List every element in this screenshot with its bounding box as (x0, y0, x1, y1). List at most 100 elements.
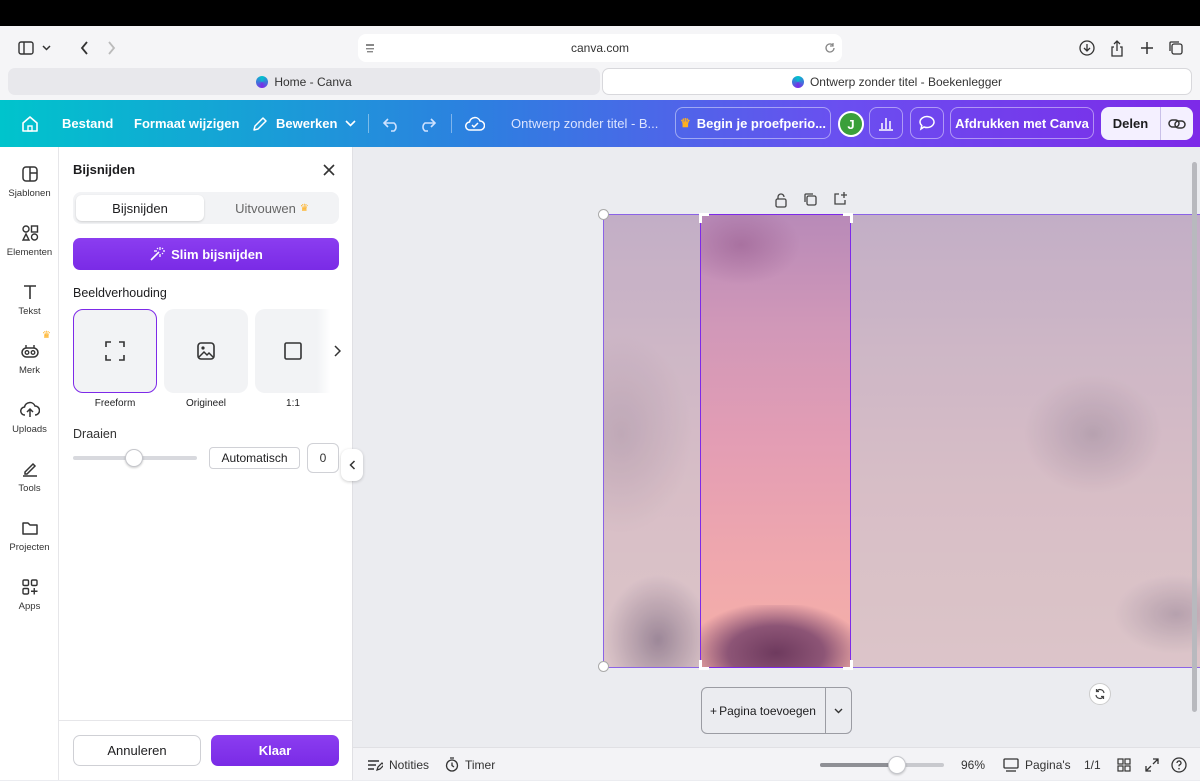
crown-icon: ♛ (679, 116, 691, 130)
editor-toolbar: Bestand Formaat wijzigen Bewerken Ontwer… (0, 100, 1200, 147)
refresh-button[interactable] (1089, 683, 1111, 705)
rail-item-tools[interactable]: Tools (0, 448, 59, 506)
timer-label: Timer (465, 757, 496, 772)
download-button[interactable] (1076, 36, 1098, 60)
scroll-ratios-button[interactable] (317, 309, 347, 393)
insights-button[interactable] (869, 107, 903, 139)
share-canva-button[interactable]: Delen (1101, 107, 1160, 140)
tab-home[interactable]: Home - Canva (8, 68, 600, 95)
rotate-slider[interactable] (73, 449, 197, 467)
add-page-options-button[interactable] (826, 688, 851, 733)
trial-label: Begin je proefperio... (696, 115, 827, 131)
comments-button[interactable] (910, 107, 944, 139)
crop-panel: Bijsnijden Bijsnijden Uitvouwen ♛ Slim b… (59, 147, 353, 780)
image-handle-top-left[interactable] (598, 209, 609, 220)
nav-buttons (70, 36, 126, 60)
rail-item-projecten[interactable]: Projecten (0, 507, 59, 565)
redo-icon (422, 117, 437, 132)
freeform-icon (105, 341, 125, 361)
square-icon (284, 342, 302, 360)
home-icon (22, 115, 38, 132)
menu-formaat-wijzigen[interactable]: Formaat wijzigen (134, 100, 239, 147)
link-icon (1168, 118, 1186, 129)
crop-handle-bottom-left[interactable] (699, 660, 709, 670)
cloud-save-status[interactable] (465, 100, 485, 147)
image-handle-bottom-left[interactable] (598, 661, 609, 672)
collapse-panel-button[interactable] (341, 449, 363, 481)
page-settings-icon[interactable] (364, 42, 376, 54)
grid-view-button[interactable] (1117, 748, 1131, 781)
rail-item-tekst[interactable]: Tekst (0, 271, 59, 329)
crop-handle-bottom-right[interactable] (843, 660, 853, 670)
back-icon[interactable] (80, 41, 89, 55)
document-title[interactable]: Ontwerp zonder titel - B... (511, 100, 658, 147)
smart-crop-button[interactable]: Slim bijsnijden (73, 238, 339, 270)
lock-button[interactable] (774, 192, 790, 208)
help-button[interactable] (1171, 748, 1187, 781)
vertical-scrollbar[interactable] (1192, 162, 1197, 712)
done-button[interactable]: Klaar (211, 735, 339, 766)
print-button[interactable]: Afdrukken met Canva (950, 107, 1094, 139)
trial-button[interactable]: ♛ Begin je proefperio... (675, 107, 831, 139)
pages-button[interactable]: Pagina's (1003, 748, 1071, 781)
new-tab-button[interactable] (1136, 36, 1158, 60)
rail-item-uploads[interactable]: Uploads (0, 389, 59, 447)
add-button[interactable] (833, 191, 849, 207)
rail-item-sjablonen[interactable]: Sjablonen (0, 153, 59, 211)
share-group: Delen (1101, 107, 1193, 140)
crop-frame[interactable] (700, 214, 851, 668)
crop-handle-top-left[interactable] (699, 213, 709, 223)
rail-item-elementen[interactable]: Elementen (0, 212, 59, 270)
tab-uitvouwen[interactable]: Uitvouwen ♛ (208, 195, 336, 221)
share-button[interactable] (1106, 36, 1128, 60)
zoom-slider-handle[interactable] (888, 756, 906, 774)
home-button[interactable] (16, 100, 44, 147)
forward-icon[interactable] (107, 41, 116, 55)
tab-ontwerp[interactable]: Ontwerp zonder titel - Boekenlegger (602, 68, 1192, 95)
ratio-origineel[interactable] (164, 309, 248, 393)
browser-chrome: canva.com Home - Canva Ontwerp zonder ti… (0, 26, 1200, 100)
chevron-right-icon (334, 345, 341, 357)
add-page-label: Pagina toevoegen (719, 703, 816, 718)
undo-button[interactable] (382, 100, 402, 147)
help-icon (1171, 756, 1187, 773)
auto-rotate-button[interactable]: Automatisch (209, 447, 300, 469)
reload-icon[interactable] (824, 42, 836, 54)
canva-favicon-icon (791, 75, 804, 88)
rotate-heading: Draaien (73, 427, 117, 441)
copy-link-button[interactable] (1161, 107, 1193, 140)
cancel-button[interactable]: Annuleren (73, 735, 201, 766)
close-panel-button[interactable] (321, 162, 337, 178)
expand-icon (1145, 757, 1159, 772)
menu-bewerken-label: Bewerken (276, 116, 338, 131)
rotate-value-input[interactable]: 0 (307, 443, 339, 473)
duplicate-button[interactable] (803, 192, 819, 208)
ratio-freeform[interactable] (73, 309, 157, 393)
refresh-icon (1095, 688, 1105, 700)
address-bar[interactable]: canva.com (358, 34, 842, 62)
redo-button[interactable] (417, 100, 437, 147)
crop-handle-top-right[interactable] (843, 213, 853, 223)
rail-item-merk[interactable]: ♛ Merk (0, 330, 59, 388)
tab-bijsnijden[interactable]: Bijsnijden (76, 195, 204, 221)
fullscreen-button[interactable] (1145, 748, 1159, 781)
zoom-value[interactable]: 96% (961, 748, 985, 781)
aspect-ratio-heading: Beeldverhouding (73, 286, 167, 300)
side-rail: Sjablonen Elementen Tekst ♛ Merk Uploads… (0, 147, 59, 780)
add-page-button[interactable]: + Pagina toevoegen (702, 688, 825, 733)
cloud-check-icon (465, 116, 485, 131)
sidebar-toggle-button[interactable] (8, 36, 60, 60)
notes-button[interactable]: Notities (367, 748, 429, 781)
tab-overview-button[interactable] (1165, 36, 1187, 60)
notes-label: Notities (389, 757, 430, 772)
rail-label: Sjablonen (8, 188, 51, 199)
rail-item-apps[interactable]: Apps (0, 566, 59, 624)
rotate-slider-handle[interactable] (125, 449, 143, 467)
menu-bestand[interactable]: Bestand (62, 100, 113, 147)
zoom-slider[interactable] (820, 756, 944, 774)
plus-icon (1141, 42, 1153, 54)
menu-bewerken[interactable]: Bewerken (252, 100, 356, 147)
avatar[interactable]: J (838, 111, 864, 137)
timer-button[interactable]: Timer (445, 748, 495, 781)
magic-wand-icon (150, 247, 166, 261)
